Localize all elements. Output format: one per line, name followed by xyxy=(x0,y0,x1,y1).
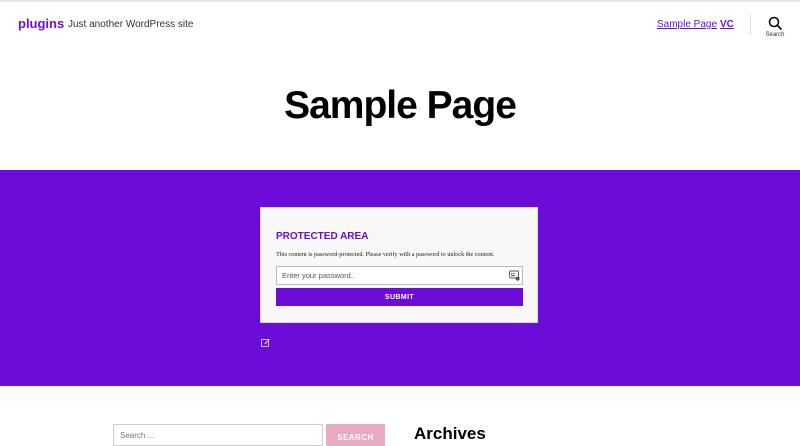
search-icon xyxy=(768,16,782,30)
protected-area-message: This content is password-protected. Plea… xyxy=(276,251,495,258)
footer-search-button[interactable]: SEARCH xyxy=(326,424,385,446)
password-input[interactable] xyxy=(276,266,523,285)
nav-item-vc[interactable]: VC xyxy=(720,19,734,30)
submit-button[interactable]: SUBMIT xyxy=(276,288,523,306)
nav-item-sample-page[interactable]: Sample Page xyxy=(657,19,717,30)
site-title-link[interactable]: plugins xyxy=(18,16,64,31)
footer-search-input[interactable] xyxy=(113,424,323,446)
search-toggle-button[interactable]: Search xyxy=(760,16,790,44)
edit-icon[interactable] xyxy=(261,338,270,347)
top-border xyxy=(0,0,800,2)
nav-divider xyxy=(750,14,751,36)
archives-heading: Archives xyxy=(414,424,486,443)
page-title: Sample Page xyxy=(284,84,517,127)
protected-area-heading: PROTECTED AREA xyxy=(276,231,369,242)
site-description: Just another WordPress site xyxy=(68,19,194,30)
key-icon[interactable] xyxy=(509,270,520,281)
search-toggle-label: Search xyxy=(765,32,785,38)
password-protect-form: PROTECTED AREA This content is password-… xyxy=(260,207,538,323)
